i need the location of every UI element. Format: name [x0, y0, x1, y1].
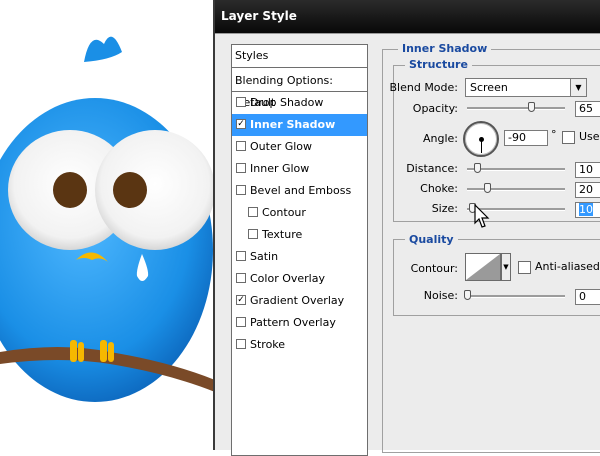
contour-preview[interactable]	[465, 253, 501, 281]
style-item-outer-glow[interactable]: Outer Glow	[232, 136, 367, 158]
noise-input[interactable]: 0	[575, 289, 600, 305]
dialog-body: Styles Blending Options: Default Drop Sh…	[215, 33, 600, 456]
distance-slider-thumb[interactable]	[473, 163, 481, 173]
use-global-light-checkbox[interactable]	[562, 131, 575, 144]
degree-symbol: °	[551, 128, 557, 141]
style-item-label: Inner Shadow	[250, 118, 336, 131]
styles-header[interactable]: Styles	[232, 45, 367, 68]
style-item-inner-glow[interactable]: Inner Glow	[232, 158, 367, 180]
distance-slider-track[interactable]	[467, 168, 565, 171]
sad-bird-illustration	[0, 36, 215, 402]
style-checkbox[interactable]	[236, 163, 246, 173]
style-item-label: Contour	[262, 206, 306, 219]
dialog-title: Layer Style	[215, 0, 600, 33]
style-item-inner-shadow[interactable]: ✓ Inner Shadow	[232, 114, 367, 136]
style-item-label: Gradient Overlay	[250, 294, 345, 307]
style-item-label: Satin	[250, 250, 279, 263]
arrow-cursor-icon	[474, 204, 490, 228]
style-item-label: Drop Shadow	[250, 96, 324, 109]
angle-dial[interactable]	[463, 121, 499, 157]
opacity-label: Opacity:	[412, 102, 458, 115]
choke-slider-track[interactable]	[467, 188, 565, 191]
contour-dropdown-button[interactable]: ▼	[501, 253, 511, 281]
style-item-gradient-overlay[interactable]: ✓ Gradient Overlay	[232, 290, 367, 312]
use-global-light-label: Use G	[579, 130, 600, 143]
style-item-label: Stroke	[250, 338, 286, 351]
style-item-label: Bevel and Emboss	[250, 184, 352, 197]
canvas-artwork	[0, 0, 215, 450]
distance-label: Distance:	[406, 162, 458, 175]
blend-mode-select[interactable]: Screen ▼	[465, 78, 587, 97]
style-item-contour[interactable]: Contour	[232, 202, 367, 224]
size-input[interactable]: 10	[575, 202, 600, 218]
angle-label: Angle:	[422, 132, 458, 145]
layer-style-dialog: Layer Style Styles Blending Options: Def…	[213, 0, 600, 456]
blend-mode-label: Blend Mode:	[389, 81, 459, 94]
angle-center-dot	[479, 137, 484, 142]
style-item-label: Pattern Overlay	[250, 316, 336, 329]
style-item-bevel-and-emboss[interactable]: Bevel and Emboss	[232, 180, 367, 202]
linear-contour-icon	[466, 254, 500, 280]
triangle-down-icon[interactable]: ▼	[570, 79, 586, 96]
style-items: Drop Shadow ✓ Inner Shadow Outer Glow Inner …	[232, 92, 367, 356]
styles-list: Styles Blending Options: Default Drop Sh…	[231, 44, 368, 456]
contour-label: Contour:	[410, 262, 458, 275]
anti-aliased-label: Anti-aliased	[535, 260, 600, 273]
style-checkbox[interactable]	[248, 229, 258, 239]
distance-input[interactable]: 10	[575, 162, 600, 178]
style-checkbox[interactable]	[236, 97, 246, 107]
style-checkbox[interactable]	[236, 317, 246, 327]
style-item-satin[interactable]: Satin	[232, 246, 367, 268]
style-checkbox[interactable]	[236, 141, 246, 151]
noise-label: Noise:	[423, 289, 458, 302]
style-item-label: Inner Glow	[250, 162, 310, 175]
structure-title: Structure	[405, 58, 472, 71]
style-item-stroke[interactable]: Stroke	[232, 334, 367, 356]
choke-slider-thumb[interactable]	[483, 183, 491, 193]
style-item-pattern-overlay[interactable]: Pattern Overlay	[232, 312, 367, 334]
style-item-drop-shadow[interactable]: Drop Shadow	[232, 92, 367, 114]
style-checkbox[interactable]	[248, 207, 258, 217]
style-checkbox[interactable]	[236, 273, 246, 283]
choke-input[interactable]: 20	[575, 182, 600, 198]
style-checkbox[interactable]	[236, 339, 246, 349]
inner-shadow-title: Inner Shadow	[398, 42, 492, 55]
size-label: Size:	[431, 202, 458, 215]
anti-aliased-checkbox[interactable]	[518, 261, 531, 274]
blend-mode-value: Screen	[470, 81, 508, 94]
opacity-input[interactable]: 65	[575, 101, 600, 117]
style-checkbox[interactable]: ✓	[236, 119, 246, 129]
style-checkbox[interactable]	[236, 185, 246, 195]
noise-slider-track[interactable]	[467, 295, 565, 298]
style-checkbox[interactable]	[236, 251, 246, 261]
style-item-color-overlay[interactable]: Color Overlay	[232, 268, 367, 290]
style-item-label: Outer Glow	[250, 140, 313, 153]
opacity-slider-thumb[interactable]	[527, 102, 535, 112]
quality-title: Quality	[405, 233, 458, 246]
style-item-label: Color Overlay	[250, 272, 325, 285]
angle-input[interactable]: -90	[504, 130, 548, 146]
opacity-slider-track[interactable]	[467, 107, 565, 110]
style-item-texture[interactable]: Texture	[232, 224, 367, 246]
noise-slider-thumb[interactable]	[464, 290, 471, 300]
blending-options-item[interactable]: Blending Options: Default	[232, 70, 367, 109]
choke-label: Choke:	[420, 182, 458, 195]
style-item-label: Texture	[262, 228, 303, 241]
style-checkbox[interactable]: ✓	[236, 295, 246, 305]
